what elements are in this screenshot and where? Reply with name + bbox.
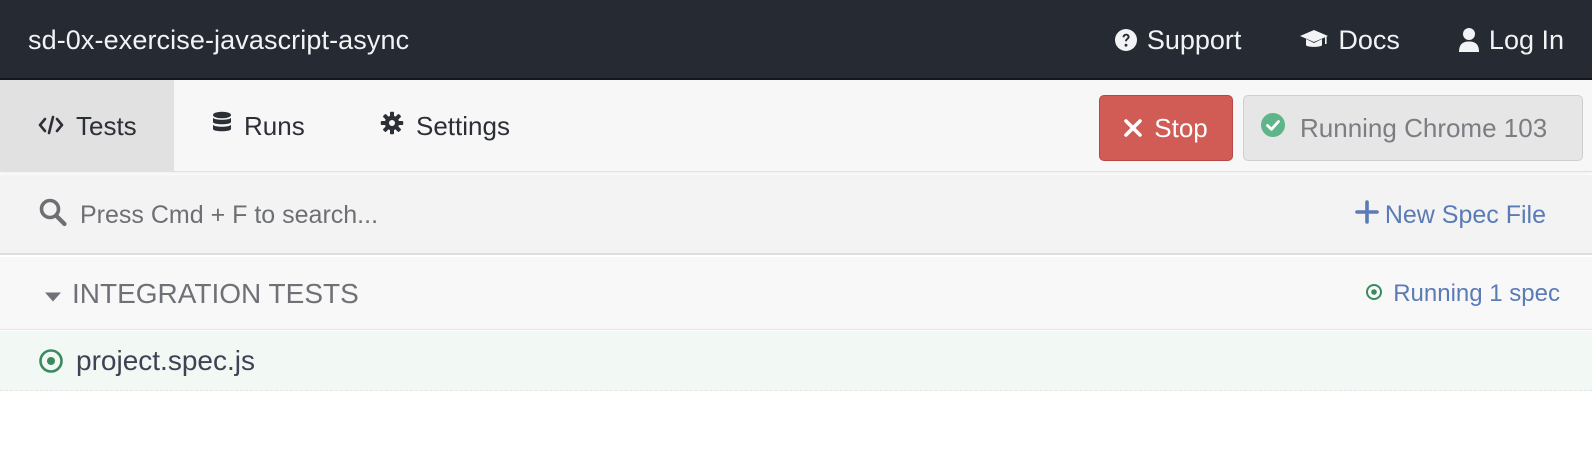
running-dot-icon (38, 348, 64, 379)
search-input[interactable] (78, 191, 978, 239)
stop-label: Stop (1154, 112, 1208, 143)
browser-selector-button[interactable]: Running Chrome 103 (1243, 95, 1583, 161)
caret-down-icon (44, 278, 62, 310)
search-icon (38, 197, 68, 234)
support-link[interactable]: Support (1114, 24, 1242, 56)
integration-tests-header: INTEGRATION TESTS Running 1 spec (0, 257, 1592, 330)
section-title: INTEGRATION TESTS (72, 277, 359, 309)
close-icon (1124, 113, 1143, 144)
tab-tests-label: Tests (76, 110, 137, 141)
integration-tests-toggle[interactable]: INTEGRATION TESTS (44, 257, 359, 330)
support-label: Support (1146, 24, 1242, 55)
question-circle-icon (1114, 28, 1138, 52)
database-icon (212, 111, 232, 142)
tab-tests[interactable]: Tests (0, 80, 174, 172)
spec-file-name: project.spec.js (76, 345, 255, 376)
login-link[interactable]: Log In (1458, 25, 1564, 56)
tab-runs-label: Runs (244, 110, 305, 141)
plus-icon (1355, 199, 1379, 231)
user-icon (1458, 27, 1480, 53)
tab-settings-label: Settings (416, 110, 510, 141)
docs-link[interactable]: Docs (1299, 25, 1400, 56)
code-icon (38, 111, 64, 142)
running-status: Running 1 spec (1365, 257, 1560, 330)
top-nav: Support Docs Log In (1114, 0, 1564, 80)
tab-settings[interactable]: Settings (380, 80, 510, 172)
gear-icon (380, 111, 404, 142)
running-dot-icon (1365, 280, 1383, 308)
check-circle-icon (1260, 112, 1286, 145)
new-spec-file-label: New Spec File (1384, 200, 1546, 229)
tab-runs[interactable]: Runs (212, 80, 305, 172)
new-spec-file-button[interactable]: New Spec File (1355, 175, 1546, 255)
docs-label: Docs (1338, 24, 1400, 55)
graduation-cap-icon (1299, 29, 1329, 51)
project-name: sd-0x-exercise-javascript-async (28, 24, 410, 55)
search-bar: New Spec File (0, 175, 1592, 255)
top-bar: sd-0x-exercise-javascript-async Support (0, 0, 1592, 80)
running-status-label: Running 1 spec (1393, 279, 1560, 307)
list-item[interactable]: project.spec.js (0, 331, 1592, 391)
login-label: Log In (1488, 24, 1564, 55)
stop-button[interactable]: Stop (1099, 95, 1233, 161)
browser-label: Running Chrome 103 (1300, 112, 1548, 143)
